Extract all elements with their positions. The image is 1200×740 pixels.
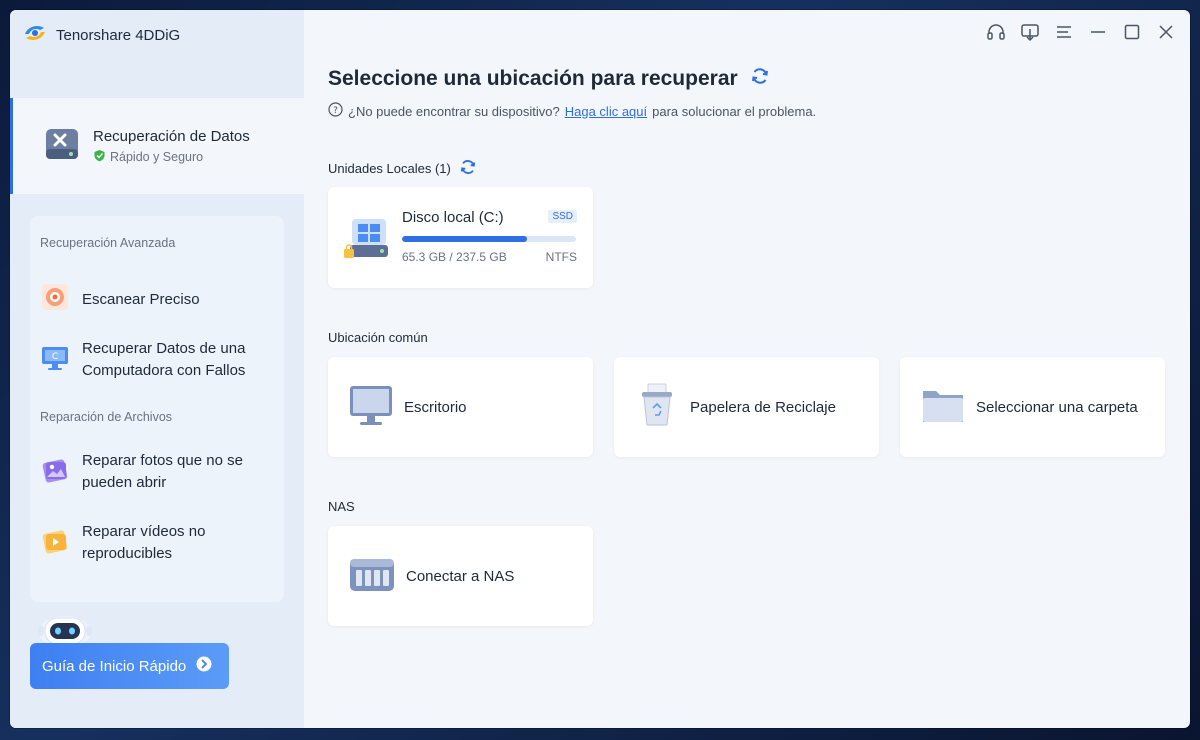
section-label-advanced: Recuperación Avanzada: [40, 236, 176, 250]
sidebar-item-photo-repair[interactable]: Reparar fotos que no se pueden abrir: [40, 450, 274, 494]
help-prefix: ¿No puede encontrar su dispositivo?: [348, 103, 560, 119]
common-locations-label: Ubicación común: [328, 330, 428, 345]
location-card-desktop[interactable]: Escritorio: [328, 357, 593, 457]
drive-name: Disco local (C:): [402, 209, 504, 226]
drive-card-c[interactable]: Disco local (C:) SSD 65.3 GB / 237.5 GB …: [328, 187, 593, 288]
question-circle-icon: ?: [328, 102, 343, 120]
advanced-tools-panel: Recuperación Avanzada Escanear Preciso C…: [30, 216, 284, 602]
help-line: ? ¿No puede encontrar su dispositivo? Ha…: [328, 102, 816, 120]
quick-start-guide-button[interactable]: Guía de Inicio Rápido: [30, 643, 229, 689]
brand: Tenorshare 4DDiG: [22, 22, 180, 48]
maximize-icon[interactable]: [1122, 22, 1142, 42]
location-card-recycle-bin[interactable]: Papelera de Reciclaje: [614, 357, 879, 457]
nas-label: NAS: [328, 499, 355, 514]
page-title-text: Seleccione una ubicación para recuperar: [328, 67, 738, 90]
location-label: Conectar a NAS: [406, 567, 515, 585]
recycle-bin-icon: [634, 382, 680, 433]
drive-type-badge: SSD: [548, 210, 577, 223]
hard-drive-icon: [344, 215, 394, 268]
crashed-computer-icon: C: [40, 343, 70, 378]
headset-icon[interactable]: [986, 22, 1006, 42]
sidebar-item-data-recovery[interactable]: Recuperación de Datos Rápido y Seguro: [10, 98, 304, 194]
drive-size: 65.3 GB / 237.5 GB: [402, 250, 507, 264]
close-icon[interactable]: [1156, 22, 1176, 42]
drive-usage-fill: [402, 236, 528, 242]
download-icon[interactable]: [1020, 22, 1040, 42]
folder-icon: [920, 382, 966, 433]
nas-icon: [348, 551, 396, 602]
sidebar-item-precise-scan[interactable]: Escanear Preciso: [40, 282, 274, 317]
data-recovery-icon: [43, 125, 81, 168]
common-locations-label-text: Ubicación común: [328, 330, 428, 345]
drive-usage-bar: [402, 236, 576, 242]
sidebar-item-label: Escanear Preciso: [82, 290, 200, 308]
svg-text:C: C: [52, 352, 58, 362]
location-label: Papelera de Reciclaje: [690, 398, 836, 416]
photo-repair-icon: [40, 455, 70, 490]
sidebar-item-crashed-computer[interactable]: C Recuperar Datos de una Computadora con…: [40, 338, 274, 382]
sidebar-item-subtitle: Rápido y Seguro: [110, 149, 204, 164]
location-card-select-folder[interactable]: Seleccionar una carpeta: [900, 357, 1165, 457]
nas-label-text: NAS: [328, 499, 355, 514]
svg-text:?: ?: [333, 106, 338, 116]
menu-icon[interactable]: [1054, 22, 1074, 42]
desktop-icon: [348, 382, 394, 433]
minimize-icon[interactable]: [1088, 22, 1108, 42]
video-repair-icon: [40, 526, 70, 561]
titlebar-controls: [986, 22, 1176, 42]
refresh-drives-icon[interactable]: [459, 158, 477, 179]
target-scan-icon: [40, 282, 70, 317]
sidebar-item-label: Recuperación de Datos: [93, 127, 250, 145]
drive-filesystem: NTFS: [545, 250, 577, 264]
shield-check-icon: [93, 149, 106, 165]
local-drives-label-text: Unidades Locales (1): [328, 161, 451, 176]
location-label: Seleccionar una carpeta: [976, 398, 1138, 416]
app-window: Tenorshare 4DDiG Recuperación de Datos R…: [10, 10, 1190, 728]
section-label-repair: Reparación de Archivos: [40, 410, 173, 424]
app-title: Tenorshare 4DDiG: [56, 26, 181, 44]
page-title: Seleccione una ubicación para recuperar: [328, 66, 770, 92]
sidebar-item-label: Reparar vídeos no reproducibles: [82, 523, 206, 562]
location-card-nas[interactable]: Conectar a NAS: [328, 526, 593, 626]
help-link[interactable]: Haga clic aquí: [565, 104, 647, 119]
local-drives-label: Unidades Locales (1): [328, 158, 477, 179]
sidebar-item-label: Reparar fotos que no se pueden abrir: [82, 452, 243, 491]
quick-start-label: Guía de Inicio Rápido: [42, 657, 187, 675]
sidebar-item-label: Recuperar Datos de una Computadora con F…: [82, 340, 246, 379]
help-suffix: para solucionar el problema.: [652, 103, 817, 119]
arrow-right-circle-icon: [196, 656, 212, 676]
app-logo-icon: [22, 20, 48, 51]
secure-subtitle: Rápido y Seguro: [93, 149, 250, 165]
sidebar: Tenorshare 4DDiG Recuperación de Datos R…: [10, 10, 304, 728]
refresh-icon[interactable]: [750, 66, 770, 92]
sidebar-item-video-repair[interactable]: Reparar vídeos no reproducibles: [40, 521, 274, 565]
location-label: Escritorio: [404, 398, 467, 416]
